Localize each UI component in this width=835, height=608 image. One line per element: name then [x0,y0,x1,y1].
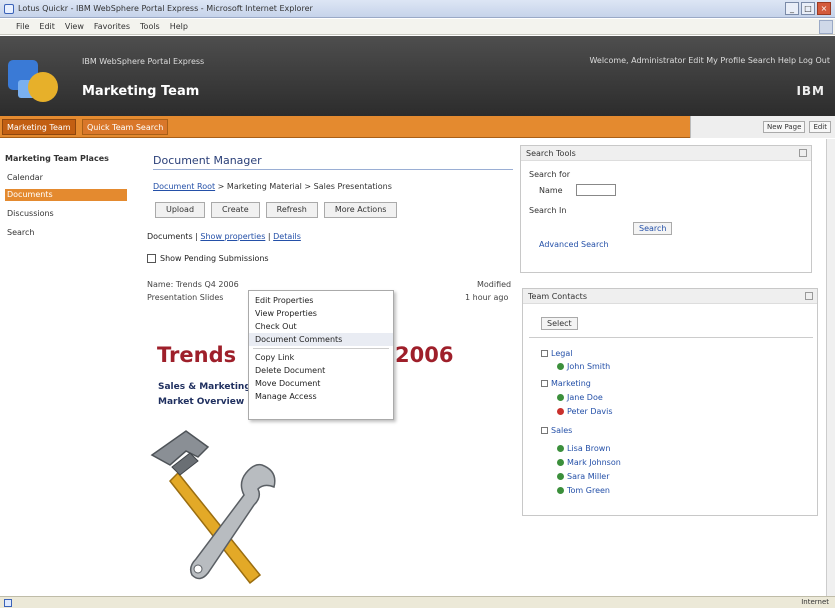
menu-item-view-properties[interactable]: View Properties [249,307,393,320]
menu-view[interactable]: View [65,22,84,31]
ibm-logo: IBM [796,84,825,98]
create-button[interactable]: Create [211,202,260,218]
group-legal[interactable]: Legal [541,349,572,358]
details-link[interactable]: Details [273,232,301,241]
page-scrollbar[interactable] [826,139,835,596]
pending-checkbox-row: Show Pending Submissions [147,254,269,263]
tools-illustration [150,425,280,595]
menu-item-edit-properties[interactable]: Edit Properties [249,294,393,307]
pending-checkbox-label: Show Pending Submissions [160,254,269,263]
menu-file[interactable]: File [16,22,29,31]
search-in-label: Search In [529,206,567,215]
search-for-label: Search for [529,170,571,179]
document-heading-left: Trends [157,343,237,367]
windows-flag-icon [819,20,833,34]
contact-sales-3[interactable]: Sara Miller [557,472,610,481]
contact-marketing-1[interactable]: Jane Doe [557,393,603,402]
sidebar-item-documents[interactable]: Documents [5,189,127,201]
context-menu: Edit Properties View Properties Check Ou… [248,290,394,420]
menu-help[interactable]: Help [170,22,188,31]
portlet-divider [529,337,813,338]
document-meta-line1: Sales & Marketing [158,382,251,392]
site-label: IBM WebSphere Portal Express [82,57,205,66]
browser-menu-bar: File Edit View Favorites Tools Help [0,19,835,35]
tab-quick-team-search[interactable]: Quick Team Search [82,119,169,135]
team-contacts-portlet: Team Contacts Select Legal John Smith Ma… [522,288,818,516]
menu-item-move[interactable]: Move Document [249,377,393,390]
menu-separator [253,348,389,349]
left-navigation: Marketing Team Places Calendar Documents… [0,140,130,600]
view-prefix: Documents | [147,232,201,241]
page-actions: New Page Edit [690,116,835,138]
portlet-menu-icon[interactable] [799,149,807,157]
welcome-links[interactable]: Welcome, Administrator Edit My Profile S… [589,56,830,65]
action-bar: Upload Create Refresh More Actions [155,202,398,218]
search-portlet: Search Tools Search for Name Search In S… [520,145,812,273]
tab-marketing-team[interactable]: Marketing Team [2,119,76,135]
window-buttons: _ □ × [785,2,831,15]
contact-sales-1[interactable]: Lisa Brown [557,444,610,453]
list-item-type: Presentation Slides [147,293,224,302]
contact-legal-1[interactable]: John Smith [557,362,610,371]
portal-header: IBM WebSphere Portal Express Marketing T… [0,36,835,116]
menu-item-delete[interactable]: Delete Document [249,364,393,377]
search-portlet-title: Search Tools [521,146,811,161]
close-icon[interactable]: × [817,2,831,15]
menu-item-check-out[interactable]: Check Out [249,320,393,333]
contact-marketing-2[interactable]: Peter Davis [557,407,613,416]
sidebar-heading: Marketing Team Places [5,154,109,163]
security-zone: Internet [801,598,829,606]
contacts-menu-icon[interactable] [805,292,813,300]
refresh-button[interactable]: Refresh [265,202,318,218]
portal-nav: Marketing Team Quick Team Search New Pag… [0,116,835,138]
upload-button[interactable]: Upload [155,202,206,218]
pending-checkbox[interactable] [147,254,156,263]
group-sales[interactable]: Sales [541,426,572,435]
menu-item-copy-link[interactable]: Copy Link [249,351,393,364]
page-title: Document Manager [153,154,513,170]
site-title: Marketing Team [82,84,200,99]
page-status-icon [4,599,12,607]
minimize-icon[interactable]: _ [785,2,799,15]
view-options: Documents | Show properties | Details [147,232,301,241]
new-page-button[interactable]: New Page [762,121,806,133]
show-properties-link[interactable]: Show properties [200,232,265,241]
menu-favorites[interactable]: Favorites [94,22,130,31]
sidebar-item-calendar[interactable]: Calendar [5,172,127,184]
document-heading-right: 2006 [395,343,454,367]
search-button[interactable]: Search [633,222,673,235]
breadcrumb-path: > Marketing Material > Sales Presentatio… [215,182,392,191]
portal-logo [8,54,66,106]
browser-status-bar: Internet [0,596,835,608]
sidebar-item-discussions[interactable]: Discussions [5,208,127,220]
contacts-select-dropdown[interactable]: Select [541,317,578,330]
breadcrumb-root-link[interactable]: Document Root [153,182,215,191]
document-meta-line2: Market Overview [158,397,245,407]
more-actions-button[interactable]: More Actions [323,202,398,218]
sidebar-item-search[interactable]: Search [5,227,127,239]
menu-tools[interactable]: Tools [140,22,160,31]
contact-sales-2[interactable]: Mark Johnson [557,458,621,467]
browser-title-bar: Lotus Quickr - IBM WebSphere Portal Expr… [0,0,835,18]
list-item-name[interactable]: Name: Trends Q4 2006 [147,280,239,289]
group-marketing[interactable]: Marketing [541,379,591,388]
contact-sales-4[interactable]: Tom Green [557,486,610,495]
edit-page-button[interactable]: Edit [809,121,831,133]
list-item-modified-label: Modified [477,280,512,289]
menu-item-document-comments[interactable]: Document Comments [249,333,393,346]
menu-item-manage-access[interactable]: Manage Access [249,390,393,403]
menu-edit[interactable]: Edit [39,22,55,31]
ie-icon [4,3,14,14]
search-input[interactable] [576,184,616,196]
browser-title: Lotus Quickr - IBM WebSphere Portal Expr… [18,4,313,13]
breadcrumb: Document Root > Marketing Material > Sal… [153,182,392,191]
contacts-portlet-title: Team Contacts [523,289,817,304]
advanced-search-link[interactable]: Advanced Search [539,240,609,249]
hammer-wrench-icon [150,430,276,585]
list-item-modified-value: 1 hour ago [465,293,509,302]
name-field-label: Name [539,186,563,195]
maximize-icon[interactable]: □ [801,2,815,15]
